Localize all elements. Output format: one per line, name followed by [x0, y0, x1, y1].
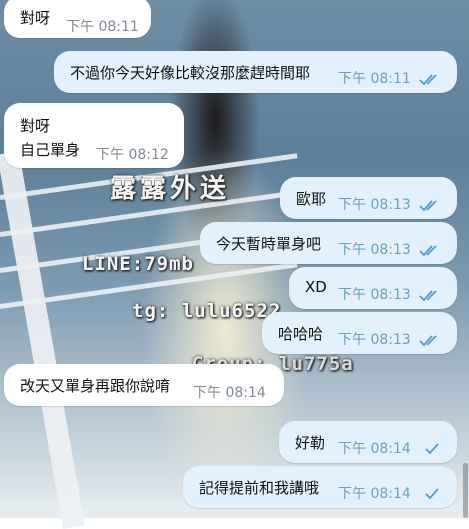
message-time: 下午 08:13 — [338, 287, 411, 303]
check-icon — [425, 488, 439, 500]
message-bubble-incoming[interactable]: 改天又單身再跟你說唷 下午 08:14 — [4, 364, 284, 406]
message-bubble-outgoing[interactable]: 記得提前和我講哦 下午 08:14 — [183, 466, 457, 508]
message-text: 歐耶 — [296, 190, 327, 208]
message-bubble-outgoing[interactable]: 今天暫時單身吧 下午 08:13 — [200, 222, 457, 264]
message-bubble-outgoing[interactable]: XD 下午 08:13 — [289, 267, 457, 309]
message-text-line-2: 自己單身 — [20, 141, 81, 159]
message-text: 記得提前和我講哦 — [199, 479, 320, 497]
message-bubble-outgoing[interactable]: 歐耶 下午 08:13 — [280, 177, 457, 219]
message-time: 下午 08:13 — [338, 242, 411, 258]
message-text: 好勒 — [295, 434, 326, 452]
message-text: 不過你今天好像比較沒那麼趕時間耶 — [70, 64, 311, 82]
scrollbar-thumb[interactable] — [463, 463, 468, 518]
double-check-icon — [419, 290, 437, 302]
message-text: 對呀 — [20, 9, 51, 27]
message-text: 改天又單身再跟你說唷 — [20, 377, 171, 395]
message-time: 下午 08:13 — [338, 197, 411, 213]
message-time: 下午 08:14 — [338, 486, 411, 502]
message-time: 下午 08:11 — [338, 71, 411, 87]
double-check-icon — [419, 200, 437, 212]
message-text: 今天暫時單身吧 — [216, 235, 322, 253]
message-time: 下午 08:13 — [338, 332, 411, 348]
message-text-line-1: 對呀 — [20, 117, 51, 135]
message-time: 下午 08:12 — [96, 147, 169, 163]
message-text: 哈哈哈 — [278, 325, 324, 343]
message-text: XD — [305, 278, 327, 296]
message-bubble-incoming[interactable]: 對呀 自己單身 下午 08:12 — [4, 103, 184, 168]
watermark-line-id: LINE:79mb — [82, 253, 194, 275]
message-bubble-outgoing[interactable]: 不過你今天好像比較沒那麼趕時間耶 下午 08:11 — [54, 51, 457, 93]
message-time: 下午 08:14 — [338, 441, 411, 457]
message-bubble-outgoing[interactable]: 好勒 下午 08:14 — [279, 421, 457, 463]
message-time: 下午 08:11 — [66, 19, 139, 35]
message-bubble-outgoing[interactable]: 哈哈哈 下午 08:13 — [262, 312, 457, 354]
message-bubble-incoming[interactable]: 對呀 下午 08:11 — [4, 0, 151, 38]
watermark-telegram: tg: lulu6522 — [132, 300, 282, 322]
double-check-icon — [419, 74, 437, 86]
double-check-icon — [419, 335, 437, 347]
watermark-brand: 露露外送 — [110, 174, 231, 204]
double-check-icon — [419, 245, 437, 257]
check-icon — [425, 443, 439, 455]
message-time: 下午 08:14 — [193, 385, 266, 401]
